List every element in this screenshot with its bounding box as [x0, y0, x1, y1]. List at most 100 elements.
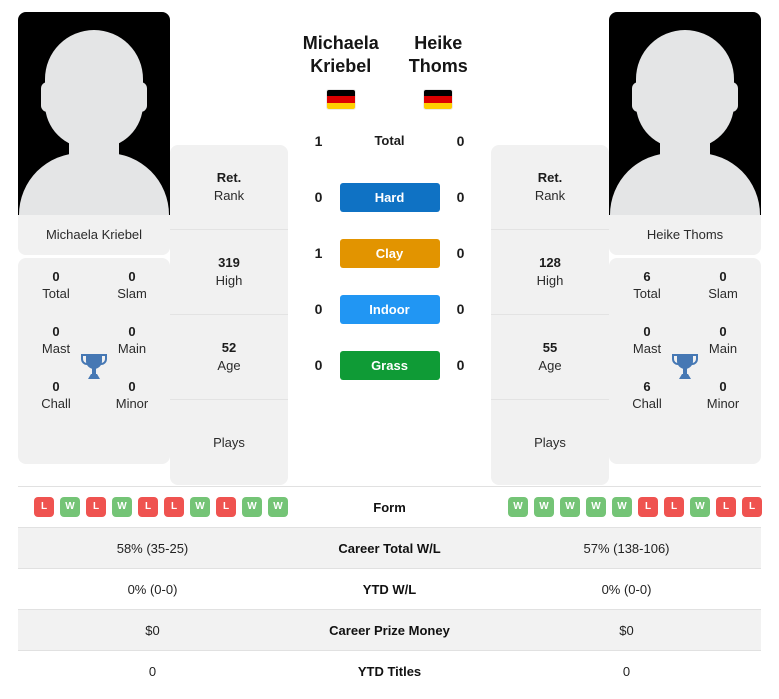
right-plays-label: Plays	[534, 434, 566, 450]
left-player-titles-card: 0 Total 0 Slam 0 Mast 0 Main 0 Chall 0 M…	[18, 258, 170, 464]
right-rank-cell: Ret. Rank	[491, 145, 609, 230]
title-stat-label: Main	[117, 341, 147, 356]
form-badge-win[interactable]: W	[560, 497, 580, 517]
form-badge-win[interactable]: W	[268, 497, 288, 517]
form-badge-win[interactable]: W	[508, 497, 528, 517]
surface-button-hard[interactable]: Hard	[339, 182, 440, 212]
title-stat-label: Mast	[632, 341, 662, 356]
left-rank-label: Rank	[213, 188, 245, 203]
row-label-career-total-wl: Career Total W/L	[338, 540, 441, 556]
form-badge-loss[interactable]: L	[86, 497, 106, 517]
right-age-cell: 55 Age	[491, 315, 609, 400]
left-player-photo-card[interactable]: Michaela Kriebel	[18, 12, 170, 255]
h2h-indoor-right-score: 0	[456, 301, 465, 317]
title-stat-value: 0	[52, 324, 60, 339]
right-age-value: 55	[542, 340, 558, 355]
h2h-clay-row: 1 Clay 0	[292, 225, 487, 281]
left-age-value: 52	[221, 340, 237, 355]
h2h-total-label-wrap: Total	[340, 132, 440, 150]
form-badge-loss[interactable]: L	[716, 497, 736, 517]
title-stat: 0 Chall	[18, 378, 94, 413]
surface-button-clay[interactable]: Clay	[339, 238, 440, 268]
form-badge-loss[interactable]: L	[742, 497, 762, 517]
right-player-name-block: Heike Thoms	[390, 12, 488, 109]
form-badge-win[interactable]: W	[534, 497, 554, 517]
form-badge-loss[interactable]: L	[138, 497, 158, 517]
title-stat-value: 0	[128, 379, 136, 394]
form-badge-loss[interactable]: L	[34, 497, 54, 517]
title-stat-value: 0	[719, 324, 727, 339]
table-row-career-prize-money: $0 Career Prize Money $0	[18, 609, 761, 651]
h2h-total-label: Total	[374, 133, 405, 148]
right-player-titles-card: 6 Total 0 Slam 0 Mast 0 Main 6 Chall 0 M…	[609, 258, 761, 464]
right-player-info-column: Ret. Rank 128 High 55 Age Plays	[491, 145, 609, 485]
form-badge-win[interactable]: W	[112, 497, 132, 517]
form-badge-win[interactable]: W	[242, 497, 262, 517]
left-player-titles-grid: 0 Total 0 Slam 0 Mast 0 Main 0 Chall 0 M…	[18, 268, 170, 413]
form-badge-win[interactable]: W	[586, 497, 606, 517]
form-badge-win[interactable]: W	[612, 497, 632, 517]
left-player-name-line2: Kriebel	[310, 56, 372, 76]
title-stat-label: Main	[708, 341, 738, 356]
h2h-grass-left-score: 0	[314, 357, 323, 373]
form-badge-loss[interactable]: L	[664, 497, 684, 517]
title-stat-label: Total	[42, 286, 70, 301]
h2h-indoor-button-wrap: Indoor	[339, 294, 440, 324]
left-high-value: 319	[218, 255, 240, 270]
right-player-photo-card[interactable]: Heike Thoms	[609, 12, 761, 255]
table-row-form: LWLWLLWLWW Form WWWWWLLWLL	[18, 486, 762, 528]
left-player-info-column: Ret. Rank 319 High 52 Age Plays	[170, 145, 288, 485]
right-career-prize-money: $0	[619, 622, 634, 638]
form-badge-loss[interactable]: L	[164, 497, 184, 517]
h2h-indoor-left-score: 0	[314, 301, 323, 317]
title-stat-value: 0	[719, 379, 727, 394]
left-age-label: Age	[217, 358, 241, 373]
title-stat-value: 6	[643, 269, 651, 284]
title-stat: 0 Mast	[18, 323, 94, 358]
form-badge-win[interactable]: W	[690, 497, 710, 517]
form-badge-loss[interactable]: L	[638, 497, 658, 517]
title-stat: 6 Chall	[609, 378, 685, 413]
right-player-titles-grid: 6 Total 0 Slam 0 Mast 0 Main 6 Chall 0 M…	[609, 268, 761, 413]
title-stat-value: 0	[128, 269, 136, 284]
title-stat-value: 0	[719, 269, 727, 284]
h2h-total-row: 1 Total 0	[292, 113, 487, 169]
right-plays-cell: Plays	[491, 400, 609, 485]
avatar-silhouette-body	[19, 153, 169, 215]
h2h-total-left-score: 1	[314, 133, 323, 149]
h2h-grass-row: 0 Grass 0	[292, 337, 487, 393]
row-label-ytd-titles: YTD Titles	[357, 663, 422, 679]
row-label-career-prize-money: Career Prize Money	[329, 622, 450, 638]
right-player-column: Heike Thoms 6 Total 0 Slam 0 Mast 0 Main…	[609, 12, 761, 464]
right-rank-value: Ret.	[537, 170, 563, 185]
right-form-strip: WWWWWLLWLL	[508, 497, 762, 517]
left-player-photo	[18, 12, 170, 215]
form-badge-win[interactable]: W	[190, 497, 210, 517]
surface-button-grass[interactable]: Grass	[339, 350, 440, 380]
table-row-career-total-wl: 58% (35-25) Career Total W/L 57% (138-10…	[18, 527, 761, 569]
left-ytd-wl: 0% (0-0)	[127, 581, 178, 597]
surface-button-indoor[interactable]: Indoor	[339, 294, 440, 324]
right-player-photo	[609, 12, 761, 215]
right-rank-label: Rank	[534, 188, 566, 203]
h2h-clay-button-wrap: Clay	[339, 238, 440, 268]
left-rank-value: Ret.	[216, 170, 242, 185]
left-age-cell: 52 Age	[170, 315, 288, 400]
title-stat-label: Minor	[706, 396, 740, 411]
title-stat-value: 0	[128, 324, 136, 339]
head-to-head-rows: 1 Total 0 0 Hard 0 1 Clay 0 0 Indoor 0 0…	[292, 113, 487, 393]
title-stat: 0 Total	[18, 268, 94, 303]
h2h-grass-right-score: 0	[456, 357, 465, 373]
title-stat: 0 Main	[94, 323, 170, 358]
h2h-total-right-score: 0	[456, 133, 465, 149]
table-row-ytd-wl: 0% (0-0) YTD W/L 0% (0-0)	[18, 568, 761, 610]
right-player-photo-name: Heike Thoms	[609, 215, 761, 255]
title-stat-value: 0	[643, 324, 651, 339]
left-high-label: High	[215, 273, 243, 288]
form-badge-loss[interactable]: L	[216, 497, 236, 517]
form-badge-win[interactable]: W	[60, 497, 80, 517]
h2h-clay-left-score: 1	[314, 245, 323, 261]
right-player-name-line1: Heike Thoms	[408, 33, 468, 76]
left-plays-label: Plays	[213, 434, 245, 450]
left-form-cell: LWLWLLWLWW	[18, 487, 288, 528]
